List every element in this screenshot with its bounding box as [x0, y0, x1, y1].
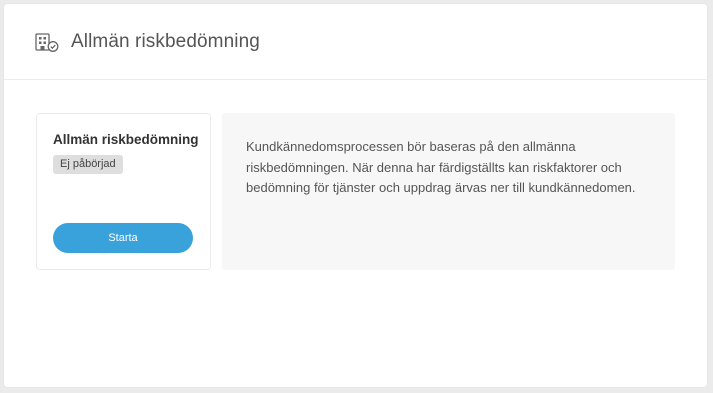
- info-box: Kundkännedomsprocessen bör baseras på de…: [222, 113, 675, 270]
- page-title: Allmän riskbedömning: [71, 31, 260, 52]
- risk-assessment-card: Allmän riskbedömning Ej påbörjad Starta: [36, 113, 211, 270]
- building-check-icon: [35, 33, 59, 53]
- page-header: Allmän riskbedömning: [4, 4, 707, 80]
- card-title: Allmän riskbedömning: [53, 132, 199, 147]
- info-text: Kundkännedomsprocessen bör baseras på de…: [246, 139, 636, 195]
- main-panel: Allmän riskbedömning Allmän riskbedömnin…: [4, 4, 707, 387]
- start-button[interactable]: Starta: [53, 223, 193, 253]
- status-badge: Ej påbörjad: [53, 155, 123, 174]
